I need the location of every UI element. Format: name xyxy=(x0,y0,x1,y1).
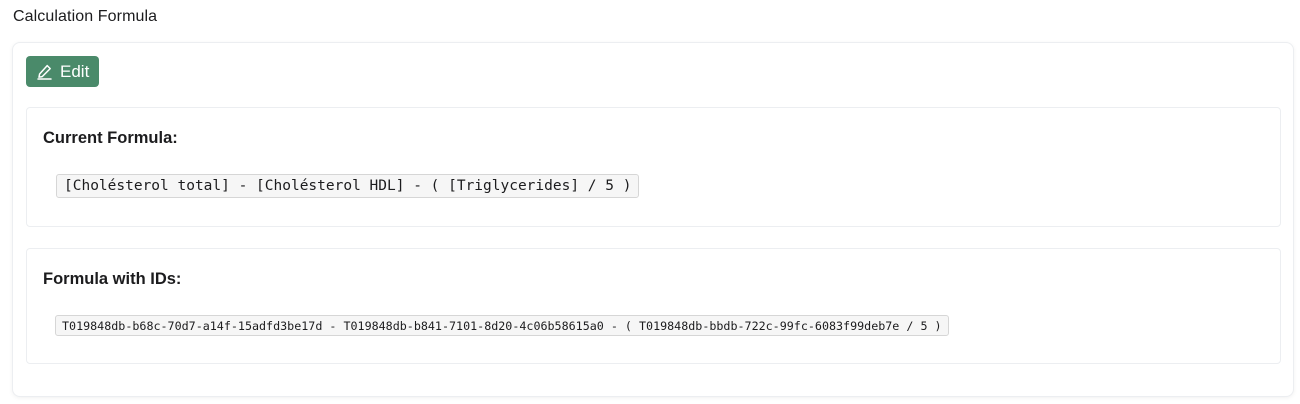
pencil-icon xyxy=(36,63,53,80)
edit-button-label: Edit xyxy=(60,61,90,81)
formula-card: Edit Current Formula: [Cholésterol total… xyxy=(12,42,1294,397)
current-formula-title: Current Formula: xyxy=(43,129,178,147)
current-formula-panel: Current Formula: [Cholésterol total] - [… xyxy=(26,107,1281,227)
formula-ids-title: Formula with IDs: xyxy=(43,270,182,288)
section-title: Calculation Formula xyxy=(13,8,158,25)
formula-ids-panel: Formula with IDs: T019848db-b68c-70d7-a1… xyxy=(26,248,1281,364)
calculation-formula-page: Calculation Formula Edit Current Formula… xyxy=(0,0,1300,404)
edit-button[interactable]: Edit xyxy=(26,56,100,87)
current-formula-code: [Cholésterol total] - [Cholésterol HDL] … xyxy=(56,174,640,198)
formula-ids-code: T019848db-b68c-70d7-a14f-15adfd3be17d - … xyxy=(55,315,949,336)
